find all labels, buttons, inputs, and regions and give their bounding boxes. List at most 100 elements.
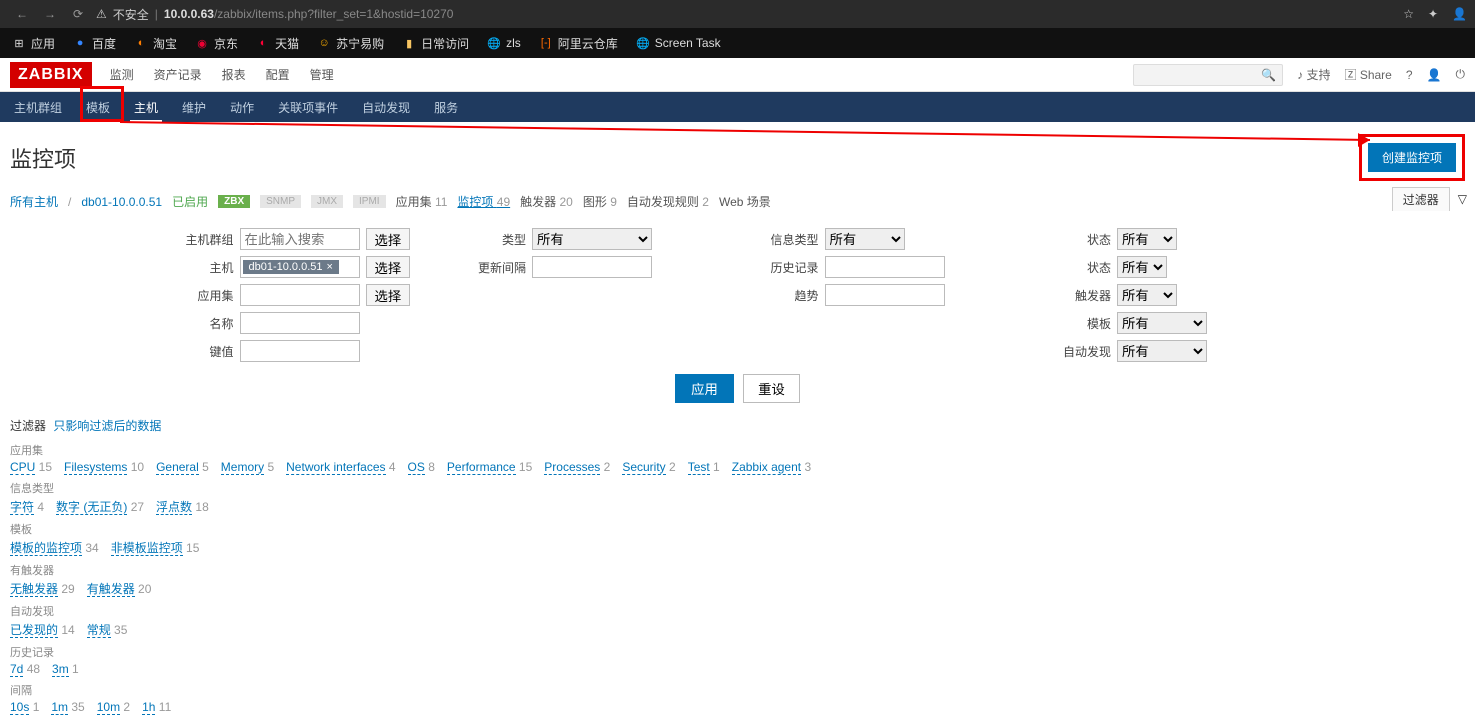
bc-apps[interactable]: 应用集 11 <box>396 193 448 210</box>
back-icon[interactable]: ← <box>8 7 36 21</box>
bookmark-zls[interactable]: 🌐zls <box>487 36 521 50</box>
bookmark-baidu[interactable]: ●百度 <box>73 35 116 52</box>
filter-interval-input[interactable] <box>532 256 652 278</box>
subfilter-item[interactable]: 10m <box>97 700 120 715</box>
url[interactable]: 10.0.0.63/zabbix/items.php?filter_set=1&… <box>164 7 454 21</box>
reload-icon[interactable]: ⟳ <box>64 7 92 21</box>
filter-app-select-btn[interactable]: 选择 <box>366 284 411 306</box>
extensions-icon[interactable]: ✦ <box>1428 7 1438 21</box>
bc-host[interactable]: db01-10.0.0.51 <box>81 195 162 209</box>
subfilter-item[interactable]: Performance <box>447 460 516 475</box>
filter-status-select[interactable]: 所有 <box>1117 256 1167 278</box>
subnav-maintenance[interactable]: 维护 <box>178 92 210 123</box>
subfilter-item[interactable]: 字符 <box>10 500 34 515</box>
subfilter-item[interactable]: Test <box>688 460 710 475</box>
bc-graphs[interactable]: 图形 9 <box>583 193 617 210</box>
nav-admin[interactable]: 管理 <box>310 66 334 83</box>
filter-name-input[interactable] <box>240 312 360 334</box>
filter-hostgroup-input[interactable] <box>240 228 360 250</box>
filter-triggers-select[interactable]: 所有 <box>1117 284 1177 306</box>
filter-discovery-select[interactable]: 所有 <box>1117 340 1207 362</box>
subfilter-item[interactable]: 常规 <box>87 623 111 638</box>
nav-assets[interactable]: 资产记录 <box>154 66 202 83</box>
subfilter-item[interactable]: 3m <box>52 662 69 677</box>
bookmark-apps[interactable]: ⊞应用 <box>12 35 55 52</box>
profile-icon[interactable]: 👤 <box>1452 7 1467 21</box>
nav-monitor[interactable]: 监测 <box>110 66 134 83</box>
create-item-button[interactable]: 创建监控项 <box>1368 143 1456 172</box>
bc-web[interactable]: Web 场景 <box>719 193 771 210</box>
subfilter-item[interactable]: 非模板监控项 <box>111 541 183 556</box>
reset-filter-button[interactable]: 重设 <box>743 374 800 403</box>
filter-history-input[interactable] <box>825 256 945 278</box>
filter-trends-input[interactable] <box>825 284 945 306</box>
subfilter-item[interactable]: 7d <box>10 662 23 677</box>
filter-app-input[interactable] <box>240 284 360 306</box>
subfilter-item[interactable]: 1h <box>142 700 155 715</box>
subnav-services[interactable]: 服务 <box>430 92 462 123</box>
support-link[interactable]: ♪ 支持 <box>1297 66 1330 83</box>
subnav-templates[interactable]: 模板 <box>82 92 114 123</box>
filter-toggle-icon[interactable]: ▽ <box>1458 192 1467 206</box>
subnav-hosts[interactable]: 主机 <box>130 92 162 123</box>
zabbix-logo[interactable]: ZABBIX <box>10 62 92 88</box>
subnav-hostgroups[interactable]: 主机群组 <box>10 92 66 123</box>
bc-triggers[interactable]: 触发器 20 <box>520 193 573 210</box>
logout-icon[interactable]: ⏻ <box>1456 67 1466 82</box>
global-search[interactable]: 🔍 <box>1133 64 1283 86</box>
subfilter-item[interactable]: 已发现的 <box>10 623 58 638</box>
subnav-correlation[interactable]: 关联项事件 <box>274 92 342 123</box>
subfilter-item[interactable]: Memory <box>221 460 264 475</box>
nav-reports[interactable]: 报表 <box>222 66 246 83</box>
filter-state-select[interactable]: 所有 <box>1117 228 1177 250</box>
subfilter-item[interactable]: 浮点数 <box>156 500 192 515</box>
bookmark-taobao[interactable]: ◐淘宝 <box>134 35 177 52</box>
bookmark-jd[interactable]: ◉京东 <box>195 35 238 52</box>
apply-filter-button[interactable]: 应用 <box>675 374 734 403</box>
subfilter-count: 1 <box>69 662 79 676</box>
subfilter-item[interactable]: 无触发器 <box>10 582 58 597</box>
filter-host-tag[interactable]: db01-10.0.0.51× <box>243 260 339 274</box>
subfilter-item[interactable]: 有触发器 <box>87 582 135 597</box>
bookmark-screen[interactable]: 🌐Screen Task <box>636 36 721 50</box>
filter-tab[interactable]: 过滤器 <box>1392 187 1450 211</box>
help-icon[interactable]: ? <box>1406 68 1413 82</box>
forward-icon[interactable]: → <box>36 7 64 21</box>
subfilter-item[interactable]: Zabbix agent <box>732 460 801 475</box>
bc-items[interactable]: 监控项 49 <box>457 193 510 210</box>
subnav-discovery[interactable]: 自动发现 <box>358 92 414 123</box>
filter-infotype-select[interactable]: 所有 <box>825 228 905 250</box>
subfilter-count: 5 <box>199 460 209 474</box>
filter-template-select[interactable]: 所有 <box>1117 312 1207 334</box>
favorite-icon[interactable]: ☆ <box>1403 7 1414 21</box>
user-icon[interactable]: 👤 <box>1427 68 1442 82</box>
bookmark-tmall[interactable]: ◐天猫 <box>256 35 299 52</box>
filter-host-select-btn[interactable]: 选择 <box>366 256 411 278</box>
remove-host-tag-icon[interactable]: × <box>327 261 333 273</box>
bookmark-daily[interactable]: ▮日常访问 <box>402 35 469 52</box>
nav-config[interactable]: 配置 <box>266 66 290 83</box>
bookmark-suning[interactable]: ☺苏宁易购 <box>317 35 384 52</box>
filter-key-input[interactable] <box>240 340 360 362</box>
page-title: 监控项 <box>10 142 76 174</box>
subfilter-item[interactable]: 1m <box>51 700 68 715</box>
subfilter-item[interactable]: CPU <box>10 460 35 475</box>
bc-discovery-rules[interactable]: 自动发现规则 2 <box>627 193 709 210</box>
bookmark-aliyun[interactable]: [-]阿里云仓库 <box>539 35 618 52</box>
subfilter-item[interactable]: 10s <box>10 700 29 715</box>
subfilter-item[interactable]: 模板的监控项 <box>10 541 82 556</box>
subfilter-item[interactable]: Network interfaces <box>286 460 385 475</box>
subfilter-count: 15 <box>35 460 52 474</box>
subfilter-item[interactable]: 数字 (无正负) <box>56 500 127 515</box>
share-link[interactable]: 🅉 Share <box>1344 66 1391 83</box>
subnav-actions[interactable]: 动作 <box>226 92 258 123</box>
filter-type-select[interactable]: 所有 <box>532 228 652 250</box>
subfilter-item[interactable]: Processes <box>544 460 600 475</box>
subfilter-item[interactable]: OS <box>408 460 425 475</box>
subfilter-item[interactable]: Security <box>622 460 665 475</box>
subfilter-count: 3 <box>801 460 811 474</box>
subfilter-item[interactable]: Filesystems <box>64 460 127 475</box>
bc-all-hosts[interactable]: 所有主机 <box>10 193 58 210</box>
subfilter-item[interactable]: General <box>156 460 199 475</box>
filter-hostgroup-select-btn[interactable]: 选择 <box>366 228 411 250</box>
